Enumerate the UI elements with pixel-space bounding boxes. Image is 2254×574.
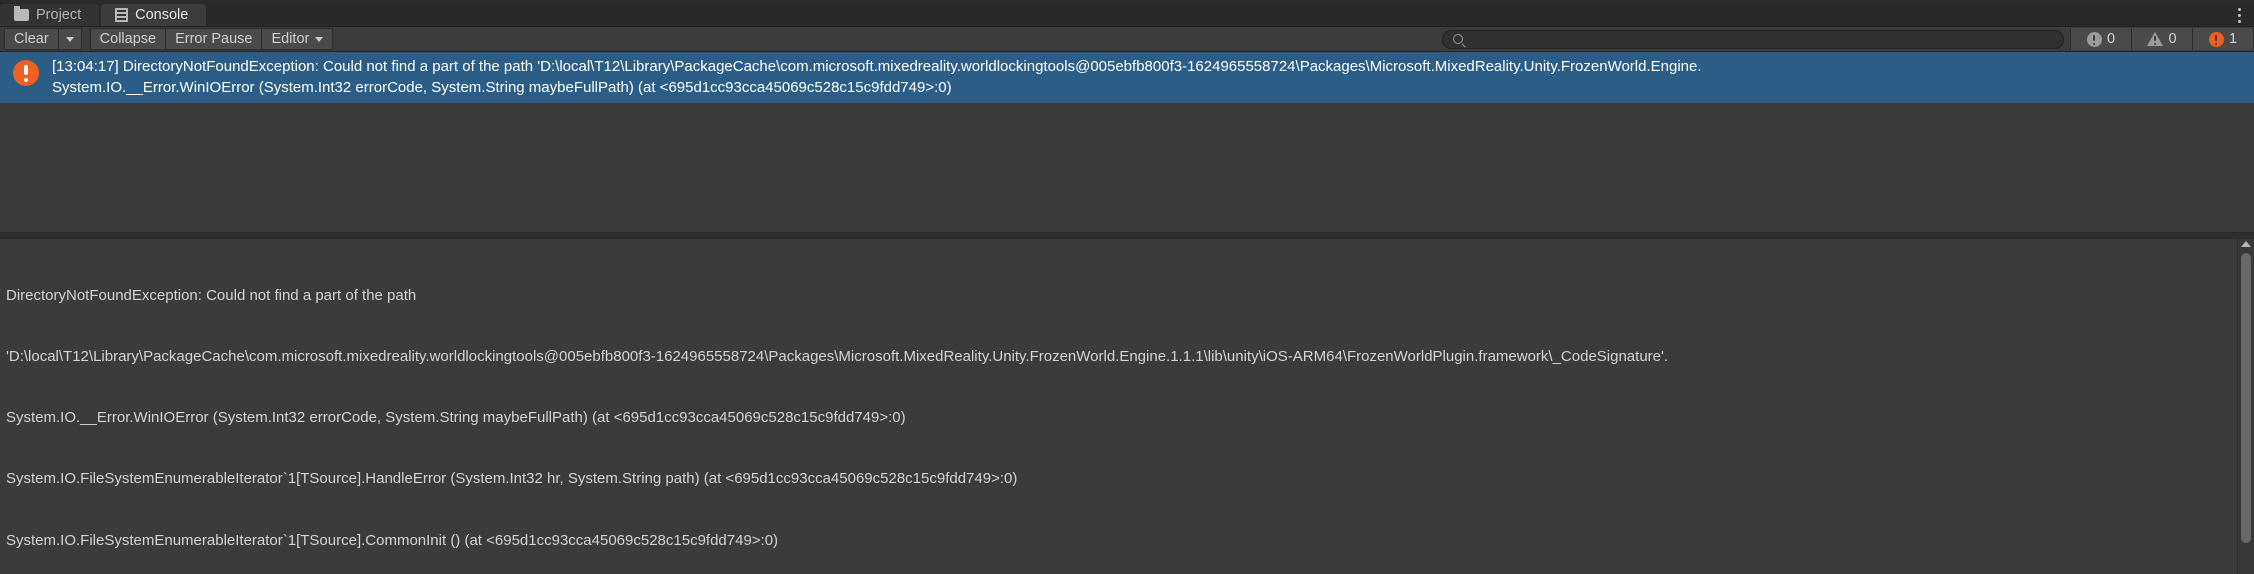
stack-trace-scrollbar[interactable] bbox=[2237, 239, 2254, 574]
scroll-up-arrow-icon[interactable] bbox=[2241, 241, 2251, 247]
tab-project[interactable]: Project bbox=[0, 4, 100, 26]
log-entry-line-2: System.IO.__Error.WinIOError (System.Int… bbox=[52, 79, 952, 96]
editor-dropdown-label: Editor bbox=[271, 30, 310, 47]
stack-trace-line: System.IO.__Error.WinIOError (System.Int… bbox=[6, 409, 906, 427]
clear-button-label: Clear bbox=[14, 30, 49, 47]
log-entry-line-1: [13:04:17] DirectoryNotFoundException: C… bbox=[52, 58, 1702, 75]
tab-console[interactable]: Console bbox=[101, 4, 207, 26]
scrollbar-thumb[interactable] bbox=[2241, 253, 2251, 543]
log-entry-text: [13:04:17] DirectoryNotFoundException: C… bbox=[52, 56, 2254, 98]
chevron-down-icon bbox=[65, 36, 74, 42]
clear-button[interactable]: Clear bbox=[4, 28, 58, 50]
error-pause-toggle-label: Error Pause bbox=[175, 30, 253, 47]
log-count-toggle[interactable]: 0 bbox=[2070, 28, 2131, 50]
clear-dropdown-button[interactable] bbox=[57, 28, 82, 50]
stack-trace-line: DirectoryNotFoundException: Could not fi… bbox=[6, 286, 417, 304]
log-bubble-icon bbox=[2086, 31, 2102, 47]
warning-triangle-icon bbox=[2147, 32, 2164, 46]
tab-console-label: Console bbox=[135, 6, 189, 23]
error-bubble-icon bbox=[13, 60, 39, 86]
more-options-icon bbox=[2237, 13, 2241, 17]
console-toolbar: Clear Collapse Error Pause Editor 0 0 1 bbox=[0, 27, 2254, 52]
log-count-value: 0 bbox=[2106, 31, 2116, 47]
stack-trace-line: System.IO.FileSystemEnumerableIterator`1… bbox=[6, 531, 779, 549]
stack-trace-pane: DirectoryNotFoundException: Could not fi… bbox=[0, 239, 2254, 574]
clear-button-group: Clear bbox=[4, 28, 82, 50]
collapse-toggle-label: Collapse bbox=[99, 30, 157, 47]
tab-bar-top-strip bbox=[0, 0, 2254, 3]
error-count-value: 1 bbox=[2228, 31, 2238, 47]
stack-trace-line: 'D:\local\T12\Library\PackageCache\com.m… bbox=[6, 348, 1669, 366]
error-bubble-icon bbox=[2208, 31, 2224, 47]
log-entry-icon-wrap bbox=[0, 56, 52, 86]
window-options-button[interactable] bbox=[2228, 4, 2250, 26]
stack-trace-line: System.IO.FileSystemEnumerableIterator`1… bbox=[6, 470, 1018, 488]
warning-count-value: 0 bbox=[2168, 31, 2177, 47]
error-count-toggle[interactable]: 1 bbox=[2192, 28, 2254, 50]
editor-dropdown[interactable]: Editor bbox=[261, 28, 334, 50]
log-entry-selected[interactable]: [13:04:17] DirectoryNotFoundException: C… bbox=[0, 52, 2254, 103]
pane-splitter[interactable] bbox=[0, 232, 2254, 239]
warning-count-toggle[interactable]: 0 bbox=[2131, 28, 2192, 50]
search-icon bbox=[1453, 34, 1463, 44]
console-icon bbox=[115, 8, 129, 22]
message-counters: 0 0 1 bbox=[2070, 28, 2254, 50]
folder-icon bbox=[14, 6, 29, 21]
log-list[interactable]: [13:04:17] DirectoryNotFoundException: C… bbox=[0, 52, 2254, 232]
error-pause-toggle[interactable]: Error Pause bbox=[165, 28, 262, 50]
filter-button-group: Collapse Error Pause Editor bbox=[89, 28, 334, 50]
unity-console-window: Project Console Clear Collapse Error Pau… bbox=[0, 0, 2254, 574]
chevron-down-icon bbox=[315, 36, 324, 42]
search-box[interactable] bbox=[1442, 29, 2064, 49]
collapse-toggle[interactable]: Collapse bbox=[89, 28, 166, 50]
stack-trace-text[interactable]: DirectoryNotFoundException: Could not fi… bbox=[0, 239, 2237, 574]
tab-bar: Project Console bbox=[0, 0, 2254, 27]
tab-project-label: Project bbox=[36, 6, 82, 23]
search-input[interactable] bbox=[1463, 30, 2053, 48]
